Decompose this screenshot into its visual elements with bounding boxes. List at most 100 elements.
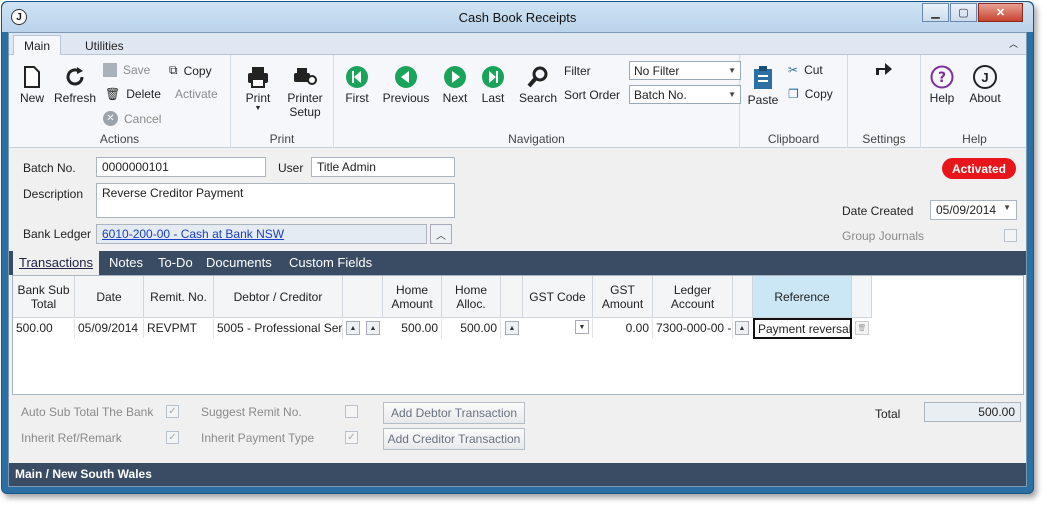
copy-icon: ❐ (788, 87, 799, 101)
settings-group-label: Settings (862, 132, 906, 146)
add-creditor-transaction-button[interactable]: Add Creditor Transaction (383, 428, 525, 450)
delete-button[interactable]: 🗑 Delete (105, 87, 161, 101)
navigation-group: First Previous Next Last Search Filter N… (334, 55, 741, 148)
settings-share-button[interactable] (872, 59, 896, 79)
batch-no-label: Batch No. (23, 161, 76, 175)
copy-button[interactable]: ⧉ Copy (169, 63, 212, 78)
next-button[interactable]: Next (438, 65, 472, 105)
close-button[interactable]: ✕ (978, 3, 1023, 22)
clipboard-group: Paste ✂ Cut ❐ Copy Clipboard (740, 55, 848, 148)
ribbon: New Refresh Save 🗑 Delete ✕ Cancel ⧉ Copy A… (9, 55, 1026, 148)
delete-row-trash-icon[interactable]: 🗑 (855, 321, 869, 335)
ledger-lookup-button[interactable]: ▲ (735, 321, 749, 335)
help-icon: ? (930, 65, 954, 89)
window-title: Cash Book Receipts (458, 9, 577, 25)
sort-order-dropdown[interactable]: Batch No. ▼ (629, 85, 741, 104)
filter-dropdown[interactable]: No Filter ▼ (629, 61, 741, 80)
column-header[interactable]: GST Amount (593, 276, 653, 318)
cancel-button[interactable]: ✕ Cancel (103, 111, 161, 126)
alloc-lookup-button[interactable]: ▲ (505, 321, 519, 335)
new-button[interactable]: New (15, 65, 49, 105)
column-header[interactable]: Ledger Account (653, 276, 733, 318)
gst-code-cell[interactable]: ▼ (523, 319, 593, 338)
tab-utilities[interactable]: Utilities (75, 35, 134, 56)
svg-text:?: ? (938, 70, 946, 86)
cut-button[interactable]: ✂ Cut (788, 63, 823, 77)
help-group-label: Help (962, 132, 987, 146)
refresh-button[interactable]: Refresh (53, 65, 97, 105)
debtor-expand-button[interactable]: ▲ (366, 321, 380, 335)
paste-button[interactable]: Paste (746, 65, 780, 107)
settings-group: Settings (848, 55, 921, 148)
user-field[interactable]: Title Admin (311, 157, 455, 177)
inherit-ref-label: Inherit Ref/Remark (21, 431, 122, 445)
about-logo-icon: J (973, 65, 997, 89)
column-header[interactable]: Reference (753, 276, 852, 318)
print-button[interactable]: Print ▼ (241, 65, 275, 112)
grid-cell[interactable]: 500.00 (383, 319, 442, 338)
inherit-payment-label: Inherit Payment Type (201, 431, 315, 445)
status-bar: Main / New South Wales (9, 463, 1026, 486)
first-button[interactable]: First (340, 65, 374, 105)
tab-custom-fields[interactable]: Custom Fields (289, 255, 372, 270)
printer-settings-icon (294, 68, 317, 85)
title-bar: J Cash Book Receipts ▁ ▢ ✕ (2, 2, 1033, 32)
tab-main[interactable]: Main (13, 35, 62, 56)
new-document-icon (24, 66, 40, 88)
last-button[interactable]: Last (476, 65, 510, 105)
auto-sub-total-label: Auto Sub Total The Bank (21, 405, 154, 419)
column-header[interactable]: Debtor / Creditor (214, 276, 343, 318)
grid-cell[interactable]: 05/09/2014 (75, 319, 144, 338)
printer-setup-button[interactable]: Printer Setup (281, 65, 329, 119)
add-debtor-transaction-button[interactable]: Add Debtor Transaction (383, 402, 525, 424)
grid-cell[interactable]: 500.00 (442, 319, 501, 338)
tab-notes[interactable]: Notes (109, 255, 143, 270)
tab-documents[interactable]: Documents (206, 255, 272, 270)
batch-no-field[interactable]: 0000000101 (96, 157, 266, 177)
search-button[interactable]: Search (516, 65, 560, 105)
tab-todo[interactable]: To-Do (158, 255, 193, 270)
description-field[interactable]: Reverse Creditor Payment (96, 183, 455, 218)
suggest-remit-label: Suggest Remit No. (201, 405, 302, 419)
chevron-up-icon: ▲ (738, 324, 746, 332)
previous-button[interactable]: Previous (378, 65, 434, 105)
status-badge: Activated (942, 158, 1016, 179)
grid-cell[interactable]: REVPMT (144, 319, 214, 338)
copy-icon: ⧉ (169, 63, 178, 77)
group-journals-checkbox[interactable] (1004, 229, 1017, 242)
suggest-remit-checkbox[interactable] (345, 405, 358, 418)
help-button[interactable]: ? Help (927, 65, 957, 105)
clipboard-copy-button[interactable]: ❐ Copy (788, 87, 833, 101)
column-header (852, 276, 872, 318)
inherit-ref-checkbox[interactable]: ✓ (166, 431, 179, 444)
transactions-grid: Bank Sub Total Date Remit. No. Debtor / … (12, 275, 1024, 395)
minimize-button[interactable]: ▁ (922, 3, 949, 22)
column-header[interactable]: Date (75, 276, 144, 318)
column-header[interactable]: Home Amount (383, 276, 442, 318)
print-dropdown-arrow-icon: ▼ (254, 105, 262, 112)
reference-cell[interactable]: Payment reversal (753, 318, 852, 339)
about-button[interactable]: J About (965, 65, 1005, 105)
grid-cell[interactable]: 500.00 (13, 319, 75, 338)
grid-cell[interactable]: 5005 - Professional Service (214, 319, 343, 338)
date-created-field[interactable]: 05/09/2014 ▼ (930, 200, 1017, 220)
grid-cell[interactable]: 0.00 (593, 319, 653, 338)
collapse-ribbon-icon[interactable]: ︿ (1009, 37, 1018, 50)
bank-ledger-lookup-button[interactable]: ︿ (430, 224, 452, 244)
column-header[interactable]: Remit. No. (144, 276, 214, 318)
ribbon-tabs: Main Utilities ︿ (9, 33, 1026, 56)
grid-cell[interactable]: 7300-000-00 - C (653, 319, 733, 338)
save-button[interactable]: Save (103, 63, 150, 77)
bank-ledger-link[interactable]: 6010-200-00 - Cash at Bank NSW (96, 224, 427, 244)
first-record-icon (346, 66, 368, 88)
activate-button[interactable]: Activate (175, 87, 218, 101)
column-header[interactable]: GST Code (523, 276, 593, 318)
column-header[interactable]: Home Alloc. (442, 276, 501, 318)
maximize-button[interactable]: ▢ (950, 3, 977, 22)
refresh-icon (66, 67, 84, 86)
inherit-payment-checkbox[interactable]: ✓ (345, 431, 358, 444)
column-header[interactable]: Bank Sub Total (13, 276, 75, 318)
debtor-lookup-button[interactable]: ▲ (346, 321, 360, 335)
tab-transactions[interactable]: Transactions (13, 251, 99, 277)
auto-sub-total-checkbox[interactable]: ✓ (166, 405, 179, 418)
